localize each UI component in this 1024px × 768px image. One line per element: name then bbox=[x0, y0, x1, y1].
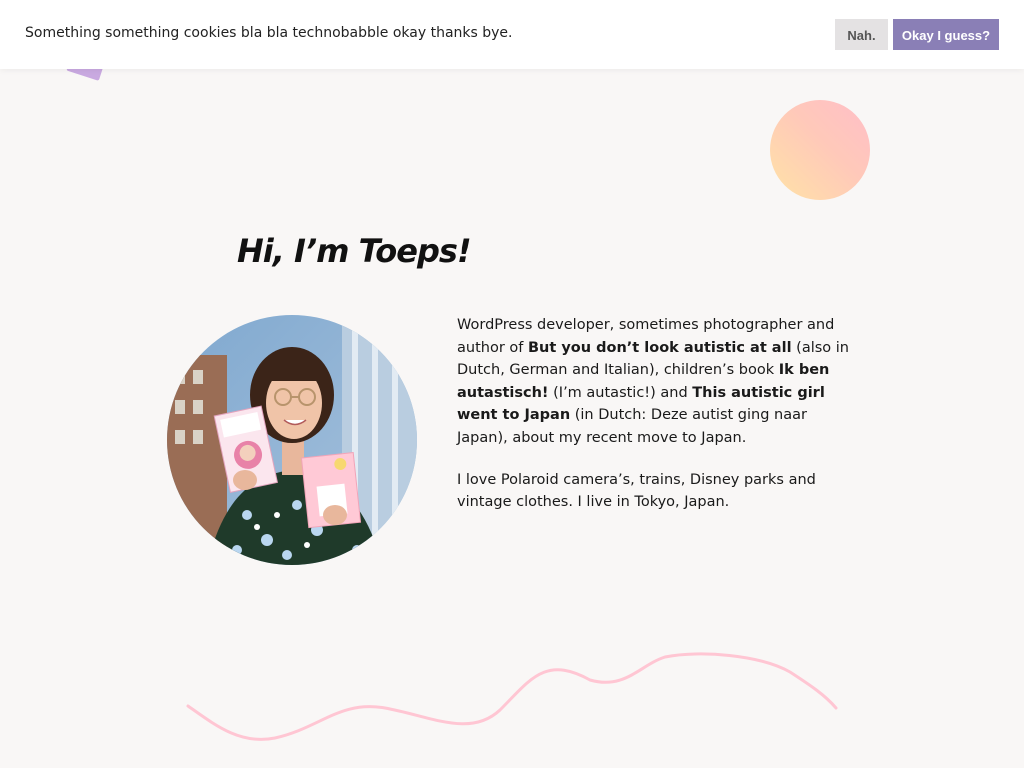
bio: WordPress developer, sometimes photograp… bbox=[457, 314, 862, 533]
bio-paragraph-1: WordPress developer, sometimes photograp… bbox=[457, 314, 862, 450]
bio-text: (I’m autastic!) and bbox=[548, 384, 693, 401]
cookie-banner: Something something cookies bla bla tech… bbox=[0, 0, 1024, 69]
accept-cookies-button[interactable]: Okay I guess? bbox=[893, 19, 999, 50]
cookie-message: Something something cookies bla bla tech… bbox=[25, 25, 513, 41]
decorative-gradient-circle bbox=[770, 100, 870, 200]
profile-photo-illustration bbox=[167, 315, 417, 565]
profile-photo bbox=[167, 315, 417, 565]
page: Something something cookies bla bla tech… bbox=[0, 0, 1024, 768]
bio-paragraph-2: I love Polaroid camera’s, trains, Disney… bbox=[457, 471, 816, 511]
page-title: Hi, I’m Toeps! bbox=[237, 232, 472, 270]
decline-cookies-button[interactable]: Nah. bbox=[835, 19, 888, 50]
book-title: But you don’t look autistic at all bbox=[527, 339, 792, 356]
